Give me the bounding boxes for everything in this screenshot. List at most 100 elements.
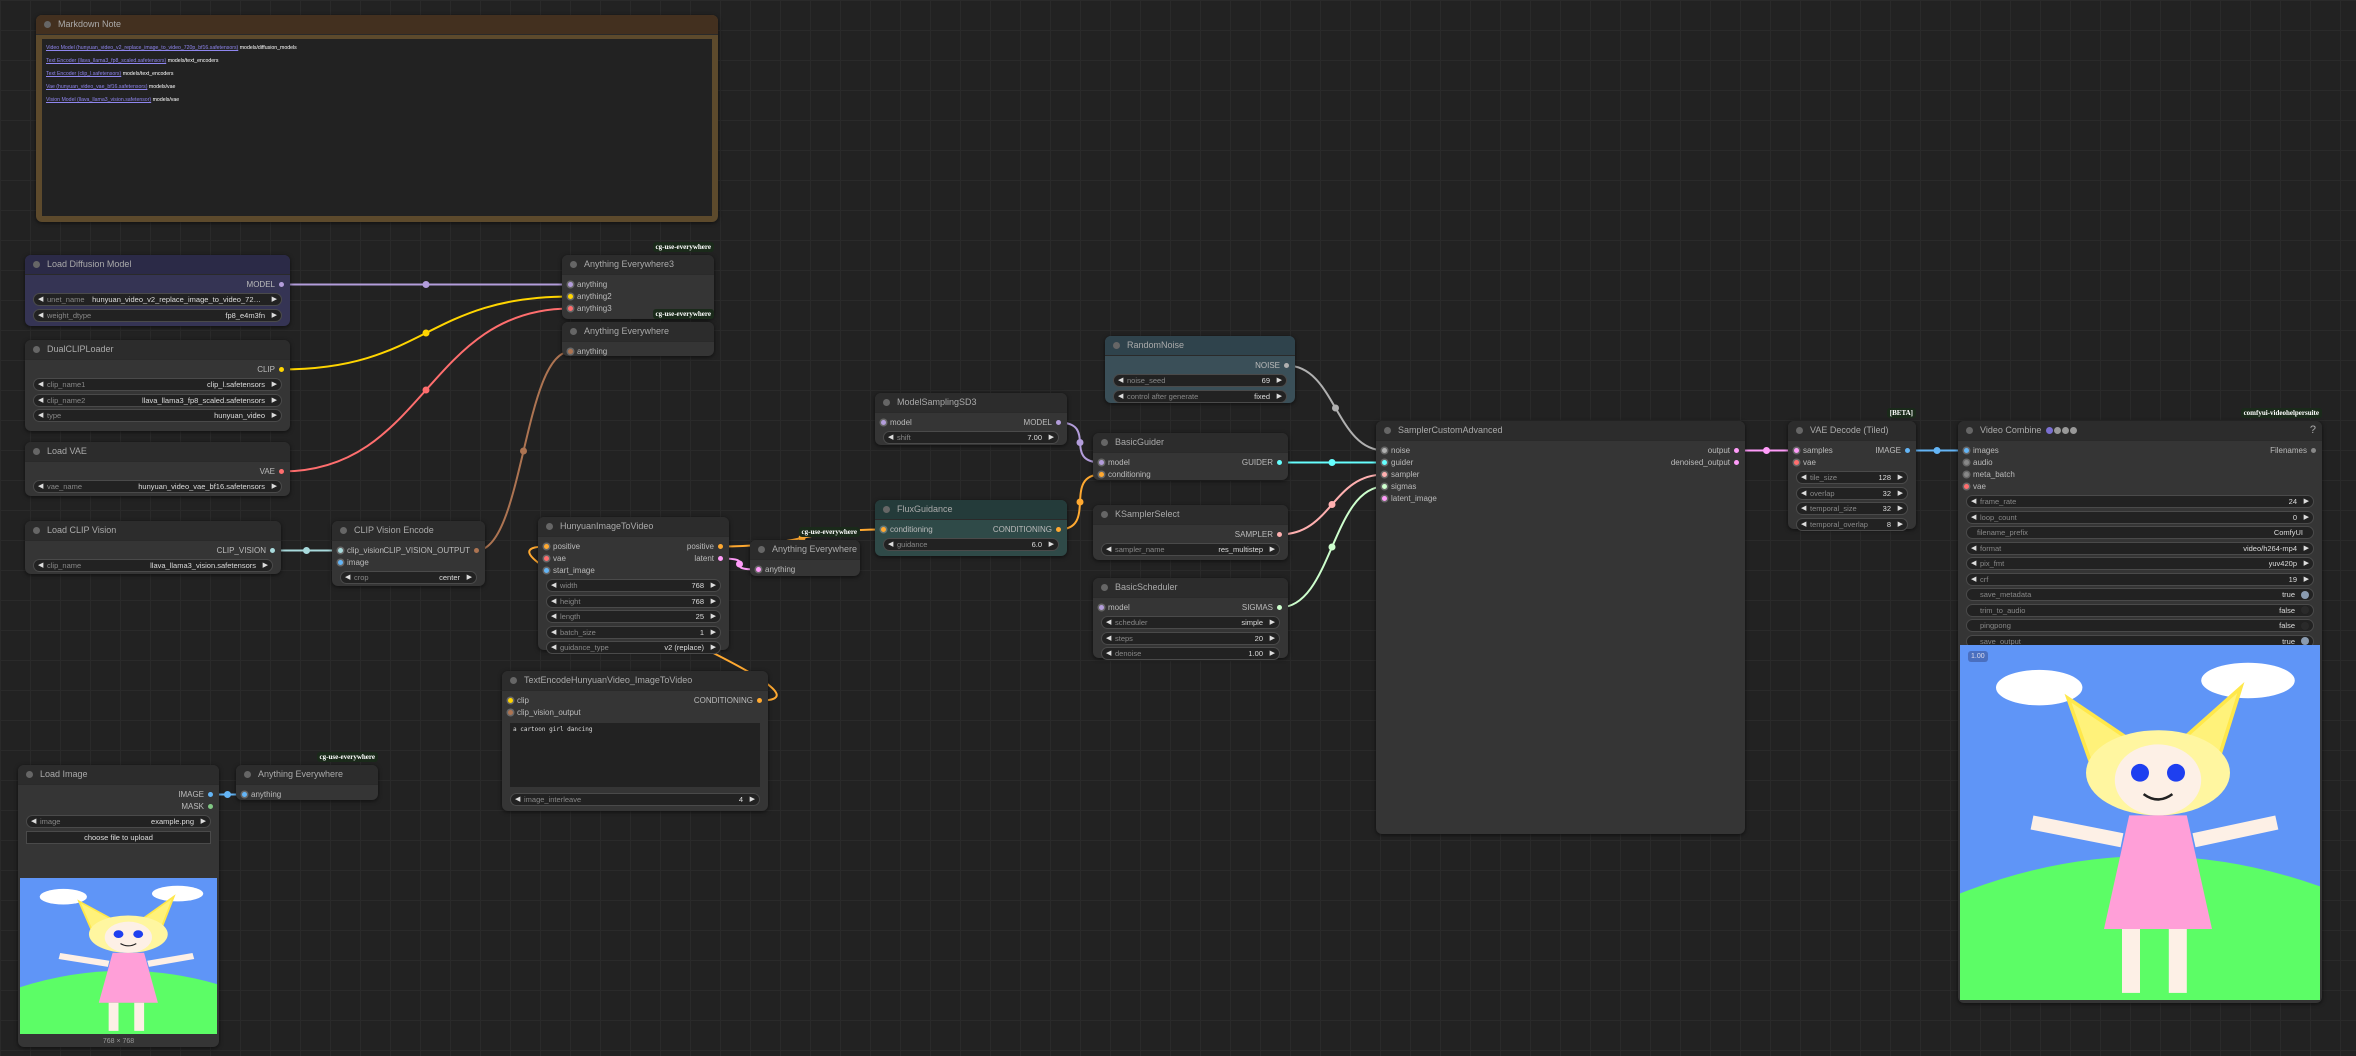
slot-dot-icon[interactable] [718,544,723,549]
increment-arrow-icon[interactable]: ▶ [750,794,755,805]
output-slot-model[interactable]: MODEL [1024,417,1061,429]
decrement-arrow-icon[interactable]: ◀ [1106,617,1111,628]
node-title-bar[interactable]: FluxGuidance [875,500,1067,520]
decrement-arrow-icon[interactable]: ◀ [1971,512,1976,523]
node-title-bar[interactable]: BasicGuider [1093,433,1288,453]
decrement-arrow-icon[interactable]: ◀ [1106,544,1111,555]
slot-dot-icon[interactable] [2311,448,2316,453]
output-slot-model[interactable]: MODEL [247,279,284,291]
increment-arrow-icon[interactable]: ▶ [272,379,277,390]
slot-dot-icon[interactable] [508,698,513,703]
input-slot-anything[interactable]: anything [756,564,795,576]
toggle-knob-icon[interactable] [2301,621,2309,630]
pix-fmt-widget[interactable]: ◀ pix_fmt yuv420p ▶ [1966,557,2314,570]
increment-arrow-icon[interactable]: ▶ [711,596,716,607]
decrement-arrow-icon[interactable]: ◀ [551,642,556,653]
increment-arrow-icon[interactable]: ▶ [1270,648,1275,659]
loop-count-widget[interactable]: ◀ loop_count 0 ▶ [1966,510,2314,524]
input-slot-anything3[interactable]: anything3 [568,303,612,315]
input-slot-clip[interactable]: clip [508,695,529,707]
decrement-arrow-icon[interactable]: ◀ [38,379,43,390]
input-slot-anything[interactable]: anything [568,279,607,291]
increment-arrow-icon[interactable]: ▶ [711,627,716,638]
ks-node[interactable]: KSamplerSelect SAMPLER ◀ sampler_name res_mu… [1093,505,1288,560]
slot-dot-icon[interactable] [270,548,275,553]
link-midpoint-handle[interactable] [736,560,743,568]
slot-dot-icon[interactable] [544,556,549,561]
collapse-dot-icon[interactable] [758,546,765,553]
slot-dot-icon[interactable] [279,367,284,372]
input-slot-sigmas[interactable]: sigmas [1382,481,1416,493]
decrement-arrow-icon[interactable]: ◀ [345,572,350,583]
input-slot-conditioning[interactable]: conditioning [1099,469,1151,481]
slot-dot-icon[interactable] [1964,472,1969,477]
decrement-arrow-icon[interactable]: ◀ [1106,633,1111,644]
model-download-link[interactable]: Vae (hunyuan_video_vae_bf16.safetensors) [46,84,147,90]
prompt-textarea[interactable]: a cartoon girl dancing [510,723,760,787]
clip-name2-widget[interactable]: ◀ clip_name2 llava_llama3_fp8_scaled.safet… [33,393,282,407]
model-download-link[interactable]: Text Encoder (llava_llama3_fp8_scaled.sa… [46,58,166,64]
node-title-bar[interactable]: KSamplerSelect [1093,505,1288,525]
link-midpoint-handle[interactable] [422,386,430,394]
slot-dot-icon[interactable] [1099,460,1104,465]
output-slot-image[interactable]: IMAGE [178,789,213,801]
slot-dot-icon[interactable] [1382,448,1387,453]
increment-arrow-icon[interactable]: ▶ [272,481,277,492]
node-title-bar[interactable]: Load Image [18,765,219,785]
increment-arrow-icon[interactable]: ▶ [1270,617,1275,628]
output-slot-conditioning[interactable]: CONDITIONING [993,524,1061,536]
width-widget[interactable]: ◀ width 768 ▶ [546,579,721,592]
filename-prefix-widget[interactable]: filename_prefix ComfyUI [1966,526,2314,539]
collapse-dot-icon[interactable] [244,771,251,778]
output-slot-clip[interactable]: CLIP [257,364,284,376]
decrement-arrow-icon[interactable]: ◀ [1801,488,1806,499]
input-slot-sampler[interactable]: sampler [1382,469,1419,481]
node-title-bar[interactable]: Markdown Note [36,15,718,35]
slot-dot-icon[interactable] [1905,448,1910,453]
slot-dot-icon[interactable] [474,548,479,553]
node-title-bar[interactable]: TextEncodeHunyuanVideo_ImageToVideo [502,671,768,691]
increment-arrow-icon[interactable]: ▶ [711,642,716,653]
ldm-node[interactable]: Load Diffusion Model MODEL ◀ unet_name hunyu… [25,255,290,326]
increment-arrow-icon[interactable]: ▶ [711,580,716,591]
slot-dot-icon[interactable] [1964,448,1969,453]
decrement-arrow-icon[interactable]: ◀ [1106,648,1111,659]
slot-dot-icon[interactable] [1277,605,1282,610]
input-slot-start-image[interactable]: start_image [544,565,595,577]
slot-dot-icon[interactable] [279,282,284,287]
decrement-arrow-icon[interactable]: ◀ [888,539,893,550]
trim-to-audio-widget[interactable]: trim_to_audio false [1966,603,2314,617]
increment-arrow-icon[interactable]: ▶ [1049,432,1054,443]
collapse-dot-icon[interactable] [883,506,890,513]
collapse-dot-icon[interactable] [1113,342,1120,349]
decrement-arrow-icon[interactable]: ◀ [551,596,556,607]
decrement-arrow-icon[interactable]: ◀ [31,816,36,827]
node-title-bar[interactable]: DualCLIPLoader [25,340,290,360]
node-title-bar[interactable]: Load CLIP Vision [25,521,281,541]
increment-arrow-icon[interactable]: ▶ [2304,543,2309,554]
increment-arrow-icon[interactable]: ▶ [272,310,277,321]
slot-dot-icon[interactable] [568,294,573,299]
decrement-arrow-icon[interactable]: ◀ [1801,472,1806,483]
sca-node[interactable]: SamplerCustomAdvanced noise output guider de… [1376,421,1745,834]
decrement-arrow-icon[interactable]: ◀ [1118,391,1123,402]
decrement-arrow-icon[interactable]: ◀ [38,410,43,421]
decrement-arrow-icon[interactable]: ◀ [38,294,43,305]
decrement-arrow-icon[interactable]: ◀ [1118,375,1123,386]
node-title-bar[interactable]: Load Diffusion Model [25,255,290,275]
rn-node[interactable]: RandomNoise NOISE ◀ noise_seed 69 ▶ ◀ control a… [1105,336,1295,403]
help-icon[interactable]: ? [2310,421,2316,440]
toggle-knob-icon[interactable] [2301,590,2309,599]
decrement-arrow-icon[interactable]: ◀ [551,580,556,591]
link-midpoint-handle[interactable] [422,281,430,288]
ae4-node[interactable]: Anything Everywhere cg-use-everywhere anyt… [236,752,378,800]
slot-dot-icon[interactable] [1964,460,1969,465]
slot-dot-icon[interactable] [718,556,723,561]
pingpong-widget[interactable]: pingpong false [1966,619,2314,632]
increment-arrow-icon[interactable]: ▶ [1898,488,1903,499]
slot-dot-icon[interactable] [1099,605,1104,610]
steps-widget[interactable]: ◀ steps 20 ▶ [1101,631,1280,645]
link-midpoint-handle[interactable] [1328,543,1336,551]
increment-arrow-icon[interactable]: ▶ [1898,472,1903,483]
decrement-arrow-icon[interactable]: ◀ [1971,543,1976,554]
